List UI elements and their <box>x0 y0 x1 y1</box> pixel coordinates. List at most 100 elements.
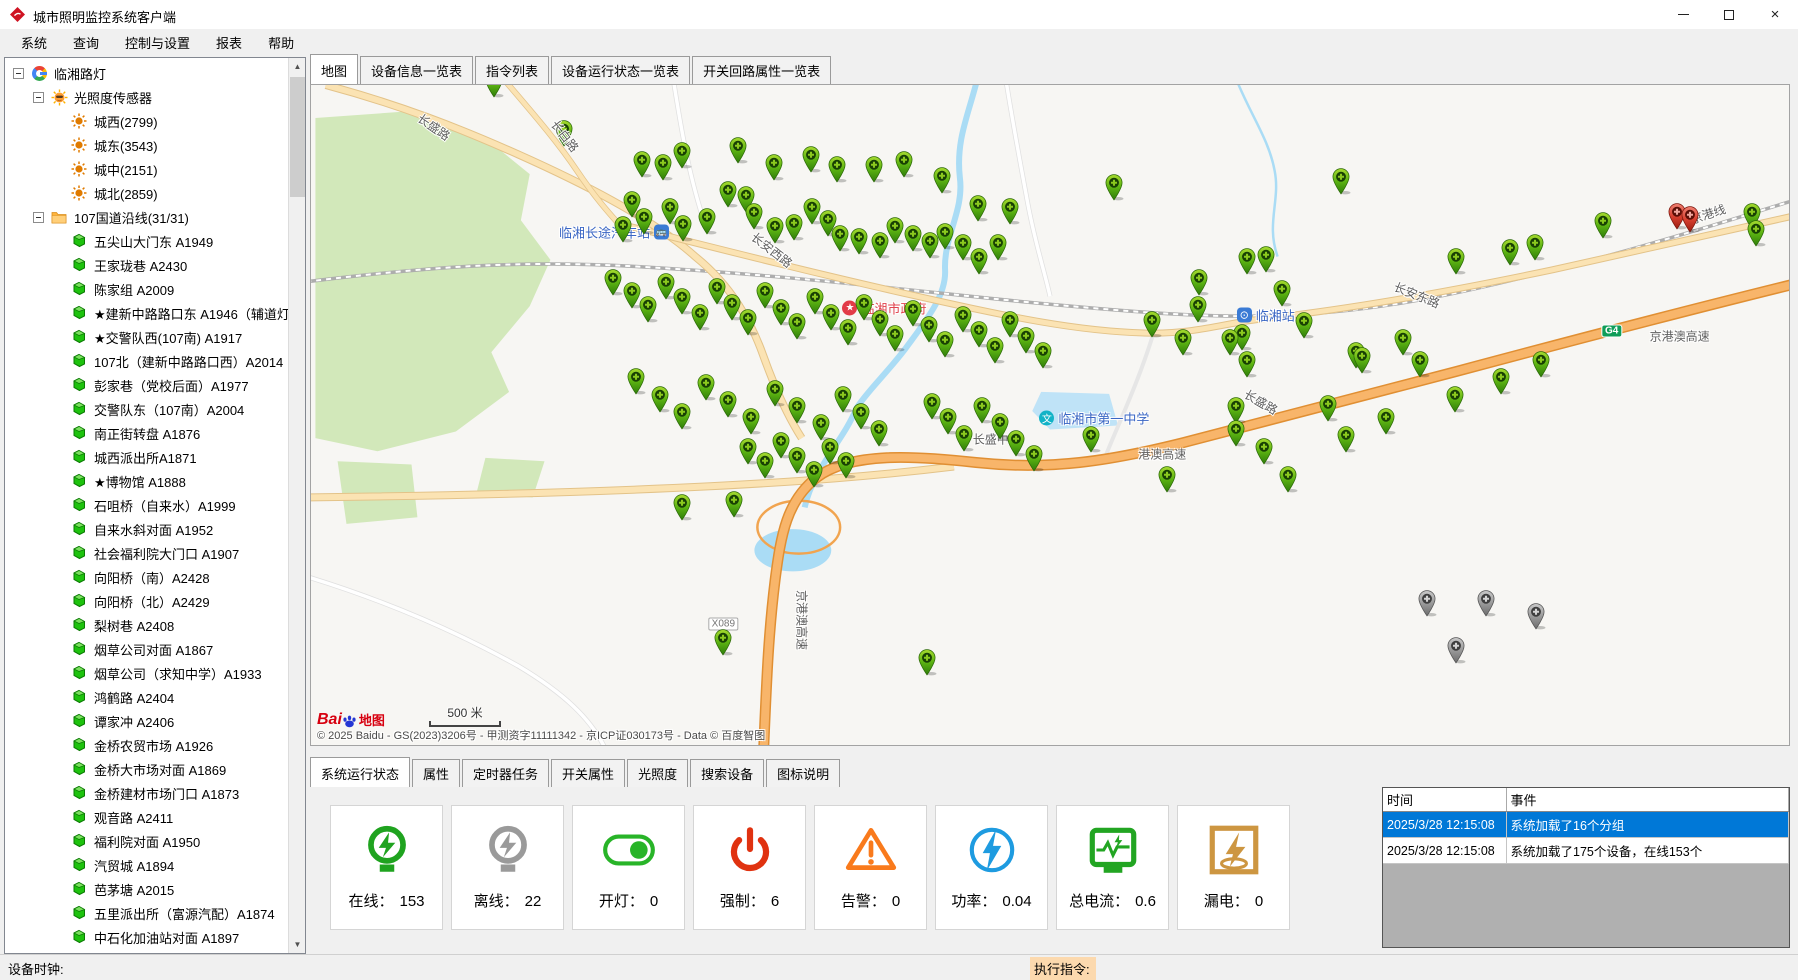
map-pin-offline[interactable] <box>1527 603 1546 630</box>
map-pin-online[interactable] <box>1007 430 1026 457</box>
tree-device-14[interactable]: 向阳桥（南）A2428 <box>5 565 288 589</box>
map-pin-online[interactable] <box>633 151 652 178</box>
map-pin-online[interactable] <box>828 156 847 183</box>
map-pin-online[interactable] <box>1332 168 1351 195</box>
map-pin-online[interactable] <box>1256 246 1275 273</box>
tree-device-16[interactable]: 梨树巷 A2408 <box>5 613 288 637</box>
bottom-tab-3[interactable]: 开关属性 <box>551 759 625 787</box>
tree-device-26[interactable]: 汽贸城 A1894 <box>5 853 288 877</box>
maximize-button[interactable] <box>1706 0 1752 29</box>
map-pin-online[interactable] <box>1491 368 1510 395</box>
tree-sensor-1[interactable]: 城东(3543) <box>5 133 288 157</box>
map-pin-online[interactable] <box>745 203 764 230</box>
scroll-thumb[interactable] <box>290 77 305 197</box>
map-pin-online[interactable] <box>968 195 987 222</box>
bottom-tab-2[interactable]: 定时器任务 <box>462 759 549 787</box>
menu-item-4[interactable]: 帮助 <box>255 29 307 56</box>
map-pin-online[interactable] <box>627 368 646 395</box>
tree-device-3[interactable]: ★建新中路路口东 A1946（辅道灯） <box>5 301 288 325</box>
map-pin-online[interactable] <box>1157 466 1176 493</box>
tree-device-27[interactable]: 芭茅塘 A2015 <box>5 877 288 901</box>
map-pin-online[interactable] <box>1174 329 1193 356</box>
map-pin-online[interactable] <box>638 296 657 323</box>
map-pin-online[interactable] <box>739 309 758 336</box>
menu-item-0[interactable]: 系统 <box>8 29 60 56</box>
map-pin-online[interactable] <box>1410 351 1429 378</box>
tree-device-1[interactable]: 王家珑巷 A2430 <box>5 253 288 277</box>
map-pin-online[interactable] <box>634 208 653 235</box>
map-pin-online[interactable] <box>1033 342 1052 369</box>
map-pin-online[interactable] <box>936 331 955 358</box>
map-tab-2[interactable]: 指令列表 <box>475 56 549 84</box>
map-pin-online[interactable] <box>698 208 717 235</box>
map-pin-online[interactable] <box>672 403 691 430</box>
map-pin-online[interactable] <box>804 461 823 488</box>
tree-device-28[interactable]: 五里派出所（富源汽配）A1874 <box>5 901 288 925</box>
map-pin-online[interactable] <box>1445 386 1464 413</box>
map-pin-online[interactable] <box>672 288 691 315</box>
map-pin-online[interactable] <box>672 142 691 169</box>
map-pin-online[interactable] <box>1593 212 1612 239</box>
map-pin-online[interactable] <box>1188 296 1207 323</box>
tree-device-18[interactable]: 烟草公司（求知中学）A1933 <box>5 661 288 685</box>
map-pin-online[interactable] <box>690 304 709 331</box>
map-pin-online[interactable] <box>970 248 989 275</box>
tree-device-23[interactable]: 金桥建材市场门口 A1873 <box>5 781 288 805</box>
tree-group-road[interactable]: 107国道沿线(31/31) <box>5 205 288 229</box>
tree-device-2[interactable]: 陈家组 A2009 <box>5 277 288 301</box>
bottom-tab-0[interactable]: 系统运行状态 <box>310 757 410 787</box>
map-pin-online[interactable] <box>1237 248 1256 275</box>
map-tab-4[interactable]: 开关回路属性一览表 <box>692 56 831 84</box>
tree-device-13[interactable]: 社会福利院大门口 A1907 <box>5 541 288 565</box>
map-tab-1[interactable]: 设备信息一览表 <box>360 56 473 84</box>
map-pin-offline[interactable] <box>1447 637 1466 664</box>
event-log-table[interactable]: 时间事件2025/3/28 12:15:08系统加载了16个分组2025/3/2… <box>1382 787 1790 948</box>
tree-group-sensors[interactable]: 光照度传感器 <box>5 85 288 109</box>
map-pin-online[interactable] <box>865 156 884 183</box>
map-pin-online[interactable] <box>973 397 992 424</box>
map-pin-online[interactable] <box>850 228 869 255</box>
map-pin-online[interactable] <box>1227 420 1246 447</box>
map-pin-online[interactable] <box>788 397 807 424</box>
map-pin-online[interactable] <box>1255 438 1274 465</box>
map-pin-online[interactable] <box>837 452 856 479</box>
map-pin-online[interactable] <box>785 214 804 241</box>
map-pin-online[interactable] <box>885 325 904 352</box>
tree-sensor-0[interactable]: 城西(2799) <box>5 109 288 133</box>
map-pin-online[interactable] <box>674 215 693 242</box>
map-pin-online[interactable] <box>1278 466 1297 493</box>
map-pin-online[interactable] <box>1295 312 1314 339</box>
map-pin-online[interactable] <box>1352 347 1371 374</box>
map-pin-online[interactable] <box>603 269 622 296</box>
tree-device-5[interactable]: 107北（建新中路路口西）A2014 <box>5 349 288 373</box>
map-pin-online[interactable] <box>831 225 850 252</box>
expand-collapse-icon[interactable] <box>33 92 44 103</box>
map-pin-online[interactable] <box>653 154 672 181</box>
map-pin-online[interactable] <box>613 216 632 243</box>
map-pin-online[interactable] <box>650 386 669 413</box>
tree-device-4[interactable]: ★交警队西(107南) A1917 <box>5 325 288 349</box>
tree-device-7[interactable]: 交警队东（107南）A2004 <box>5 397 288 421</box>
tree-device-22[interactable]: 金桥大市场对面 A1869 <box>5 757 288 781</box>
tree-device-15[interactable]: 向阳桥（北）A2429 <box>5 589 288 613</box>
map-pin-online[interactable] <box>766 380 785 407</box>
map-pin-online[interactable] <box>918 649 937 676</box>
tree-sensor-3[interactable]: 城北(2859) <box>5 181 288 205</box>
tree-device-24[interactable]: 观音路 A2411 <box>5 805 288 829</box>
map-pin-online[interactable] <box>718 391 737 418</box>
map-canvas[interactable]: 长盛路长白路长安西路长安东路长盛路长盛中路港澳高速京港澳高速京港澳高速京港线G4… <box>310 84 1790 746</box>
map-pin-online[interactable] <box>742 408 761 435</box>
map-pin-online[interactable] <box>921 232 940 259</box>
map-pin-online[interactable] <box>696 374 715 401</box>
map-pin-online[interactable] <box>788 313 807 340</box>
tree-sensor-2[interactable]: 城中(2151) <box>5 157 288 181</box>
map-pin-online[interactable] <box>801 146 820 173</box>
event-col-0[interactable]: 时间 <box>1383 788 1506 812</box>
map-pin-online[interactable] <box>851 403 870 430</box>
expand-collapse-icon[interactable] <box>33 212 44 223</box>
map-pin-online[interactable] <box>1142 311 1161 338</box>
map-pin-online[interactable] <box>1318 395 1337 422</box>
map-pin-online[interactable] <box>1190 269 1209 296</box>
map-pin-online[interactable] <box>729 137 748 164</box>
map-pin-online[interactable] <box>871 232 890 259</box>
